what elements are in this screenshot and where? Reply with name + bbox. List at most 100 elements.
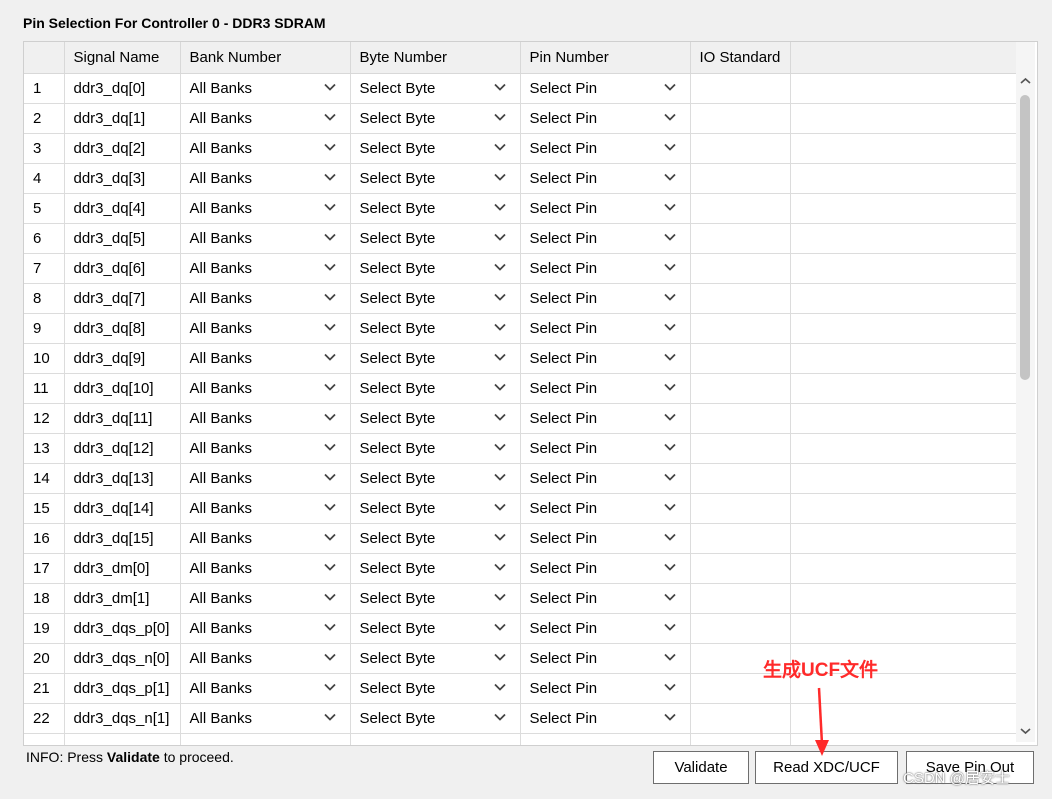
pin-number-dropdown[interactable]: Select Pin [520,193,691,224]
bank-number-dropdown[interactable]: All Banks [180,403,351,434]
bank-number-dropdown[interactable]: All Banks [180,73,351,104]
pin-number-dropdown[interactable]: Select Pin [520,163,691,194]
pin-number-dropdown[interactable]: Select Pin [520,613,691,644]
bank-number-dropdown[interactable]: All Banks [180,313,351,344]
byte-number-dropdown[interactable]: Select Byte [350,553,521,584]
column-header-pin-number[interactable]: Pin Number [520,42,691,74]
byte-number-dropdown[interactable]: Select Byte [350,373,521,404]
pin-number-dropdown[interactable]: Select Pin [520,553,691,584]
byte-number-dropdown[interactable]: Select Byte [350,613,521,644]
pin-number-dropdown[interactable]: Select Pin [520,703,691,734]
pin-number-dropdown[interactable]: Select Pin [520,133,691,164]
bank-number-dropdown[interactable]: All Banks [180,433,351,464]
column-header-io-standard[interactable]: IO Standard [690,42,791,74]
table-row[interactable]: 14 ddr3_dq[13] All Banks Select Byte Select … [24,463,1017,494]
bank-number-dropdown[interactable]: All Banks [180,373,351,404]
table-row[interactable]: 19 ddr3_dqs_p[0] All Banks Select Byte Selec… [24,613,1017,644]
bank-number-dropdown[interactable]: All Banks [180,583,351,614]
byte-number-dropdown[interactable]: Select Byte [350,193,521,224]
bank-number-dropdown[interactable]: All Banks [180,523,351,554]
pin-number-dropdown[interactable]: Select Pin [520,343,691,374]
column-header-byte-number[interactable]: Byte Number [350,42,521,74]
bank-number-dropdown[interactable]: All Banks [180,463,351,494]
pin-number-dropdown[interactable]: Select Pin [520,673,691,704]
table-row[interactable]: 12 ddr3_dq[11] All Banks Select Byte Select … [24,403,1017,434]
scroll-up-icon[interactable] [1019,76,1032,86]
byte-number-dropdown[interactable]: Select Byte [350,313,521,344]
bank-number-dropdown[interactable]: All Banks [180,133,351,164]
pin-number-value: Select Pin [529,260,598,277]
byte-number-dropdown[interactable]: Select Byte [350,433,521,464]
byte-number-dropdown[interactable]: Select Byte [350,703,521,734]
byte-number-dropdown[interactable]: Select Byte [350,643,521,674]
pin-number-dropdown[interactable]: Select Pin [520,583,691,614]
byte-number-dropdown[interactable]: Select Byte [350,403,521,434]
bank-number-dropdown[interactable]: All Banks [180,643,351,674]
pin-number-dropdown[interactable]: Select Pin [520,253,691,284]
table-row[interactable]: 11 ddr3_dq[10] All Banks Select Byte Select … [24,373,1017,404]
byte-number-dropdown[interactable]: Select Byte [350,223,521,254]
byte-number-dropdown[interactable]: Select Byte [350,493,521,524]
table-row[interactable]: 4 ddr3_dq[3] All Banks Select Byte Select Pi… [24,163,1017,194]
byte-number-dropdown[interactable]: Select Byte [350,103,521,134]
table-row[interactable]: 9 ddr3_dq[8] All Banks Select Byte Select Pi… [24,313,1017,344]
bank-number-dropdown[interactable]: All Banks [180,283,351,314]
table-row[interactable]: 8 ddr3_dq[7] All Banks Select Byte Select Pi… [24,283,1017,314]
table-row[interactable]: 5 ddr3_dq[4] All Banks Select Byte Select Pi… [24,193,1017,224]
pin-number-dropdown[interactable]: Select Pin [520,283,691,314]
byte-number-dropdown[interactable]: Select Byte [350,253,521,284]
byte-number-dropdown[interactable]: Select Byte [350,343,521,374]
bank-number-dropdown[interactable]: All Banks [180,223,351,254]
bank-number-dropdown[interactable]: All Banks [180,703,351,734]
column-header-signal-name[interactable]: Signal Name [64,42,181,74]
table-row[interactable]: 1 ddr3_dq[0] All Banks Select Byte Select Pi… [24,73,1017,104]
byte-number-dropdown[interactable]: Select Byte [350,583,521,614]
byte-number-dropdown[interactable]: Select Byte [350,133,521,164]
bank-number-dropdown[interactable]: All Banks [180,163,351,194]
pin-number-dropdown[interactable]: Select Pin [520,523,691,554]
table-row[interactable]: 15 ddr3_dq[14] All Banks Select Byte Select … [24,493,1017,524]
pin-number-dropdown[interactable]: Select Pin [520,493,691,524]
scroll-down-icon[interactable] [1019,726,1032,736]
validate-button[interactable]: Validate [653,751,749,784]
bank-number-dropdown[interactable]: All Banks [180,253,351,284]
table-row[interactable]: 13 ddr3_dq[12] All Banks Select Byte Select … [24,433,1017,464]
bank-number-dropdown[interactable]: All Banks [180,673,351,704]
row-number: 1 [24,73,65,104]
bank-number-dropdown[interactable]: All Banks [180,343,351,374]
table-row[interactable]: 17 ddr3_dm[0] All Banks Select Byte Select P… [24,553,1017,584]
pin-number-dropdown[interactable]: Select Pin [520,313,691,344]
pin-number-dropdown[interactable]: Select Pin [520,73,691,104]
table-row[interactable]: 7 ddr3_dq[6] All Banks Select Byte Select Pi… [24,253,1017,284]
byte-number-dropdown[interactable]: Select Byte [350,283,521,314]
pin-number-dropdown[interactable]: Select Pin [520,643,691,674]
table-row[interactable]: 16 ddr3_dq[15] All Banks Select Byte Select … [24,523,1017,554]
pin-number-dropdown[interactable]: Select Pin [520,223,691,254]
byte-number-dropdown[interactable]: Select Byte [350,73,521,104]
bank-number-dropdown[interactable]: All Banks [180,493,351,524]
table-row[interactable]: 10 ddr3_dq[9] All Banks Select Byte Select P… [24,343,1017,374]
bank-number-dropdown[interactable]: All Banks [180,193,351,224]
table-row[interactable]: 2 ddr3_dq[1] All Banks Select Byte Select Pi… [24,103,1017,134]
byte-number-dropdown[interactable]: Select Byte [350,673,521,704]
pin-number-dropdown[interactable]: Select Pin [520,433,691,464]
io-standard-cell [690,103,791,134]
column-header-bank-number[interactable]: Bank Number [180,42,351,74]
scrollbar-thumb[interactable] [1020,95,1030,380]
byte-number-value: Select Byte [359,590,436,607]
table-row[interactable]: 22 ddr3_dqs_n[1] All Banks Select Byte Selec… [24,703,1017,734]
byte-number-dropdown[interactable]: Select Byte [350,523,521,554]
bank-number-dropdown[interactable]: All Banks [180,553,351,584]
table-row[interactable]: 3 ddr3_dq[2] All Banks Select Byte Select Pi… [24,133,1017,164]
bank-number-dropdown[interactable]: All Banks [180,613,351,644]
byte-number-dropdown[interactable]: Select Byte [350,163,521,194]
pin-number-dropdown[interactable]: Select Pin [520,103,691,134]
pin-number-dropdown[interactable]: Select Pin [520,373,691,404]
pin-number-dropdown[interactable]: Select Pin [520,463,691,494]
bank-number-dropdown[interactable]: All Banks [180,103,351,134]
vertical-scrollbar[interactable] [1016,42,1035,742]
byte-number-dropdown[interactable]: Select Byte [350,463,521,494]
table-row[interactable]: 18 ddr3_dm[1] All Banks Select Byte Select P… [24,583,1017,614]
table-row[interactable]: 6 ddr3_dq[5] All Banks Select Byte Select Pi… [24,223,1017,254]
pin-number-dropdown[interactable]: Select Pin [520,403,691,434]
